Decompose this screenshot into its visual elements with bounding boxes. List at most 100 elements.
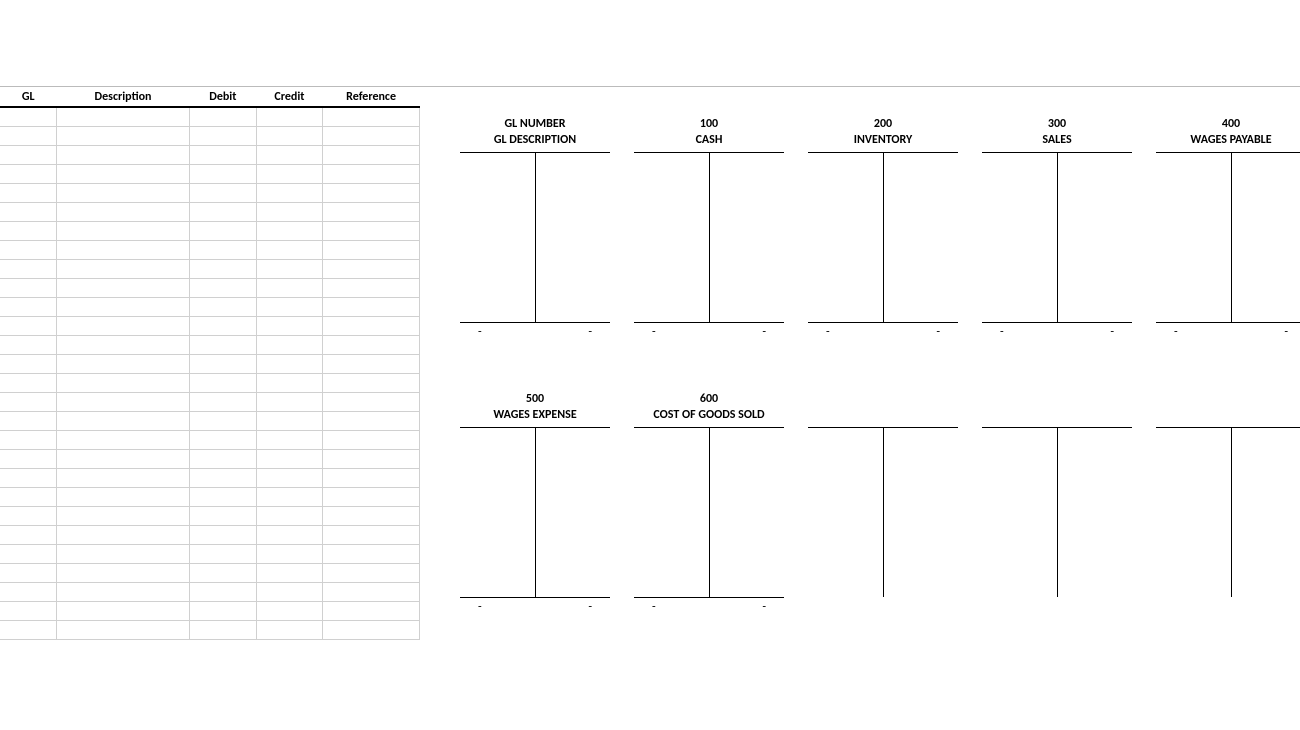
journal-cell[interactable] [190, 525, 257, 544]
journal-row[interactable] [0, 601, 420, 620]
journal-cell[interactable] [323, 449, 420, 468]
journal-cell[interactable] [56, 563, 189, 582]
journal-row[interactable] [0, 202, 420, 221]
journal-cell[interactable] [256, 145, 323, 164]
journal-cell[interactable] [0, 563, 56, 582]
journal-cell[interactable] [190, 468, 257, 487]
journal-row[interactable] [0, 525, 420, 544]
journal-cell[interactable] [323, 392, 420, 411]
journal-row[interactable] [0, 278, 420, 297]
journal-cell[interactable] [0, 544, 56, 563]
journal-row[interactable] [0, 563, 420, 582]
journal-cell[interactable] [323, 620, 420, 639]
journal-cell[interactable] [323, 487, 420, 506]
journal-cell[interactable] [323, 354, 420, 373]
journal-cell[interactable] [256, 601, 323, 620]
journal-row[interactable] [0, 544, 420, 563]
journal-cell[interactable] [56, 107, 189, 126]
journal-cell[interactable] [0, 506, 56, 525]
journal-cell[interactable] [256, 449, 323, 468]
journal-cell[interactable] [0, 221, 56, 240]
journal-cell[interactable] [323, 544, 420, 563]
journal-cell[interactable] [256, 373, 323, 392]
journal-row[interactable] [0, 259, 420, 278]
journal-cell[interactable] [0, 278, 56, 297]
journal-cell[interactable] [323, 506, 420, 525]
journal-cell[interactable] [256, 126, 323, 145]
journal-cell[interactable] [56, 582, 189, 601]
journal-cell[interactable] [56, 278, 189, 297]
journal-cell[interactable] [0, 164, 56, 183]
journal-cell[interactable] [190, 278, 257, 297]
journal-cell[interactable] [0, 297, 56, 316]
journal-cell[interactable] [190, 354, 257, 373]
journal-cell[interactable] [56, 335, 189, 354]
journal-cell[interactable] [0, 487, 56, 506]
journal-cell[interactable] [190, 563, 257, 582]
journal-cell[interactable] [323, 164, 420, 183]
journal-row[interactable] [0, 145, 420, 164]
journal-row[interactable] [0, 164, 420, 183]
journal-cell[interactable] [323, 563, 420, 582]
journal-cell[interactable] [190, 449, 257, 468]
journal-cell[interactable] [56, 373, 189, 392]
journal-cell[interactable] [190, 392, 257, 411]
journal-cell[interactable] [323, 278, 420, 297]
journal-cell[interactable] [323, 411, 420, 430]
journal-cell[interactable] [190, 620, 257, 639]
journal-cell[interactable] [323, 221, 420, 240]
journal-cell[interactable] [256, 221, 323, 240]
journal-cell[interactable] [56, 164, 189, 183]
journal-cell[interactable] [0, 620, 56, 639]
journal-cell[interactable] [190, 506, 257, 525]
journal-cell[interactable] [56, 525, 189, 544]
journal-cell[interactable] [256, 297, 323, 316]
journal-cell[interactable] [0, 126, 56, 145]
journal-row[interactable] [0, 297, 420, 316]
journal-cell[interactable] [0, 582, 56, 601]
journal-cell[interactable] [0, 354, 56, 373]
journal-row[interactable] [0, 316, 420, 335]
journal-cell[interactable] [56, 297, 189, 316]
journal-cell[interactable] [256, 506, 323, 525]
journal-row[interactable] [0, 620, 420, 639]
journal-cell[interactable] [256, 468, 323, 487]
journal-cell[interactable] [56, 449, 189, 468]
journal-cell[interactable] [190, 183, 257, 202]
journal-cell[interactable] [256, 259, 323, 278]
journal-cell[interactable] [0, 468, 56, 487]
journal-cell[interactable] [323, 430, 420, 449]
journal-cell[interactable] [190, 316, 257, 335]
journal-cell[interactable] [56, 392, 189, 411]
journal-cell[interactable] [256, 563, 323, 582]
journal-cell[interactable] [323, 183, 420, 202]
journal-cell[interactable] [190, 145, 257, 164]
journal-cell[interactable] [323, 202, 420, 221]
journal-cell[interactable] [190, 487, 257, 506]
journal-cell[interactable] [56, 221, 189, 240]
journal-cell[interactable] [56, 601, 189, 620]
journal-cell[interactable] [0, 335, 56, 354]
journal-cell[interactable] [56, 183, 189, 202]
journal-cell[interactable] [0, 373, 56, 392]
journal-cell[interactable] [0, 392, 56, 411]
journal-row[interactable] [0, 468, 420, 487]
journal-cell[interactable] [323, 145, 420, 164]
journal-cell[interactable] [190, 221, 257, 240]
journal-cell[interactable] [256, 544, 323, 563]
journal-cell[interactable] [323, 316, 420, 335]
journal-cell[interactable] [56, 544, 189, 563]
journal-cell[interactable] [323, 335, 420, 354]
journal-row[interactable] [0, 449, 420, 468]
journal-cell[interactable] [190, 601, 257, 620]
journal-cell[interactable] [56, 126, 189, 145]
journal-cell[interactable] [0, 183, 56, 202]
journal-cell[interactable] [56, 145, 189, 164]
journal-cell[interactable] [323, 373, 420, 392]
journal-cell[interactable] [56, 620, 189, 639]
journal-row[interactable] [0, 411, 420, 430]
journal-cell[interactable] [0, 107, 56, 126]
journal-cell[interactable] [190, 202, 257, 221]
journal-cell[interactable] [56, 259, 189, 278]
journal-cell[interactable] [190, 582, 257, 601]
